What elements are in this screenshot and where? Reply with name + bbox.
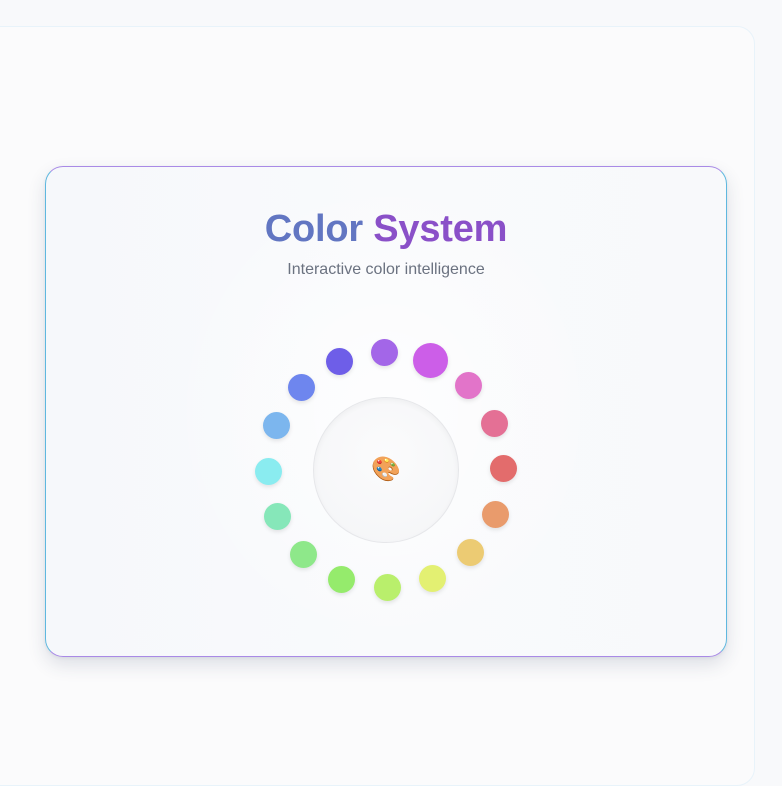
page-title: Color System	[46, 206, 726, 252]
color-swatch-orange[interactable]	[481, 500, 509, 528]
subtitle: Interactive color intelligence	[287, 261, 485, 278]
center-hub[interactable]: 🎨	[313, 397, 459, 543]
color-swatch-cyan[interactable]	[254, 457, 282, 485]
color-system-card: Color System Interactive color intellige…	[45, 166, 727, 657]
color-swatch-pink[interactable]	[455, 372, 483, 400]
color-swatch-mint[interactable]	[263, 502, 291, 530]
color-swatch-violet[interactable]	[371, 338, 399, 366]
color-swatch-lime[interactable]	[373, 574, 401, 602]
title-part-color: Color	[264, 208, 363, 250]
palette-icon: 🎨	[371, 456, 401, 483]
color-swatch-lime-yellow[interactable]	[418, 565, 446, 593]
color-swatch-blue[interactable]	[288, 373, 316, 401]
color-swatch-sky[interactable]	[263, 412, 291, 440]
color-swatch-mint-green[interactable]	[289, 540, 317, 568]
color-swatch-magenta[interactable]	[412, 343, 448, 379]
color-swatch-amber[interactable]	[456, 539, 484, 567]
color-swatch-rose[interactable]	[481, 410, 509, 438]
title-part-system: System	[373, 208, 508, 250]
color-swatch-red[interactable]	[490, 455, 518, 483]
color-wheel: 🎨	[241, 302, 531, 632]
color-swatch-indigo[interactable]	[326, 347, 354, 375]
color-swatch-green[interactable]	[328, 565, 356, 593]
